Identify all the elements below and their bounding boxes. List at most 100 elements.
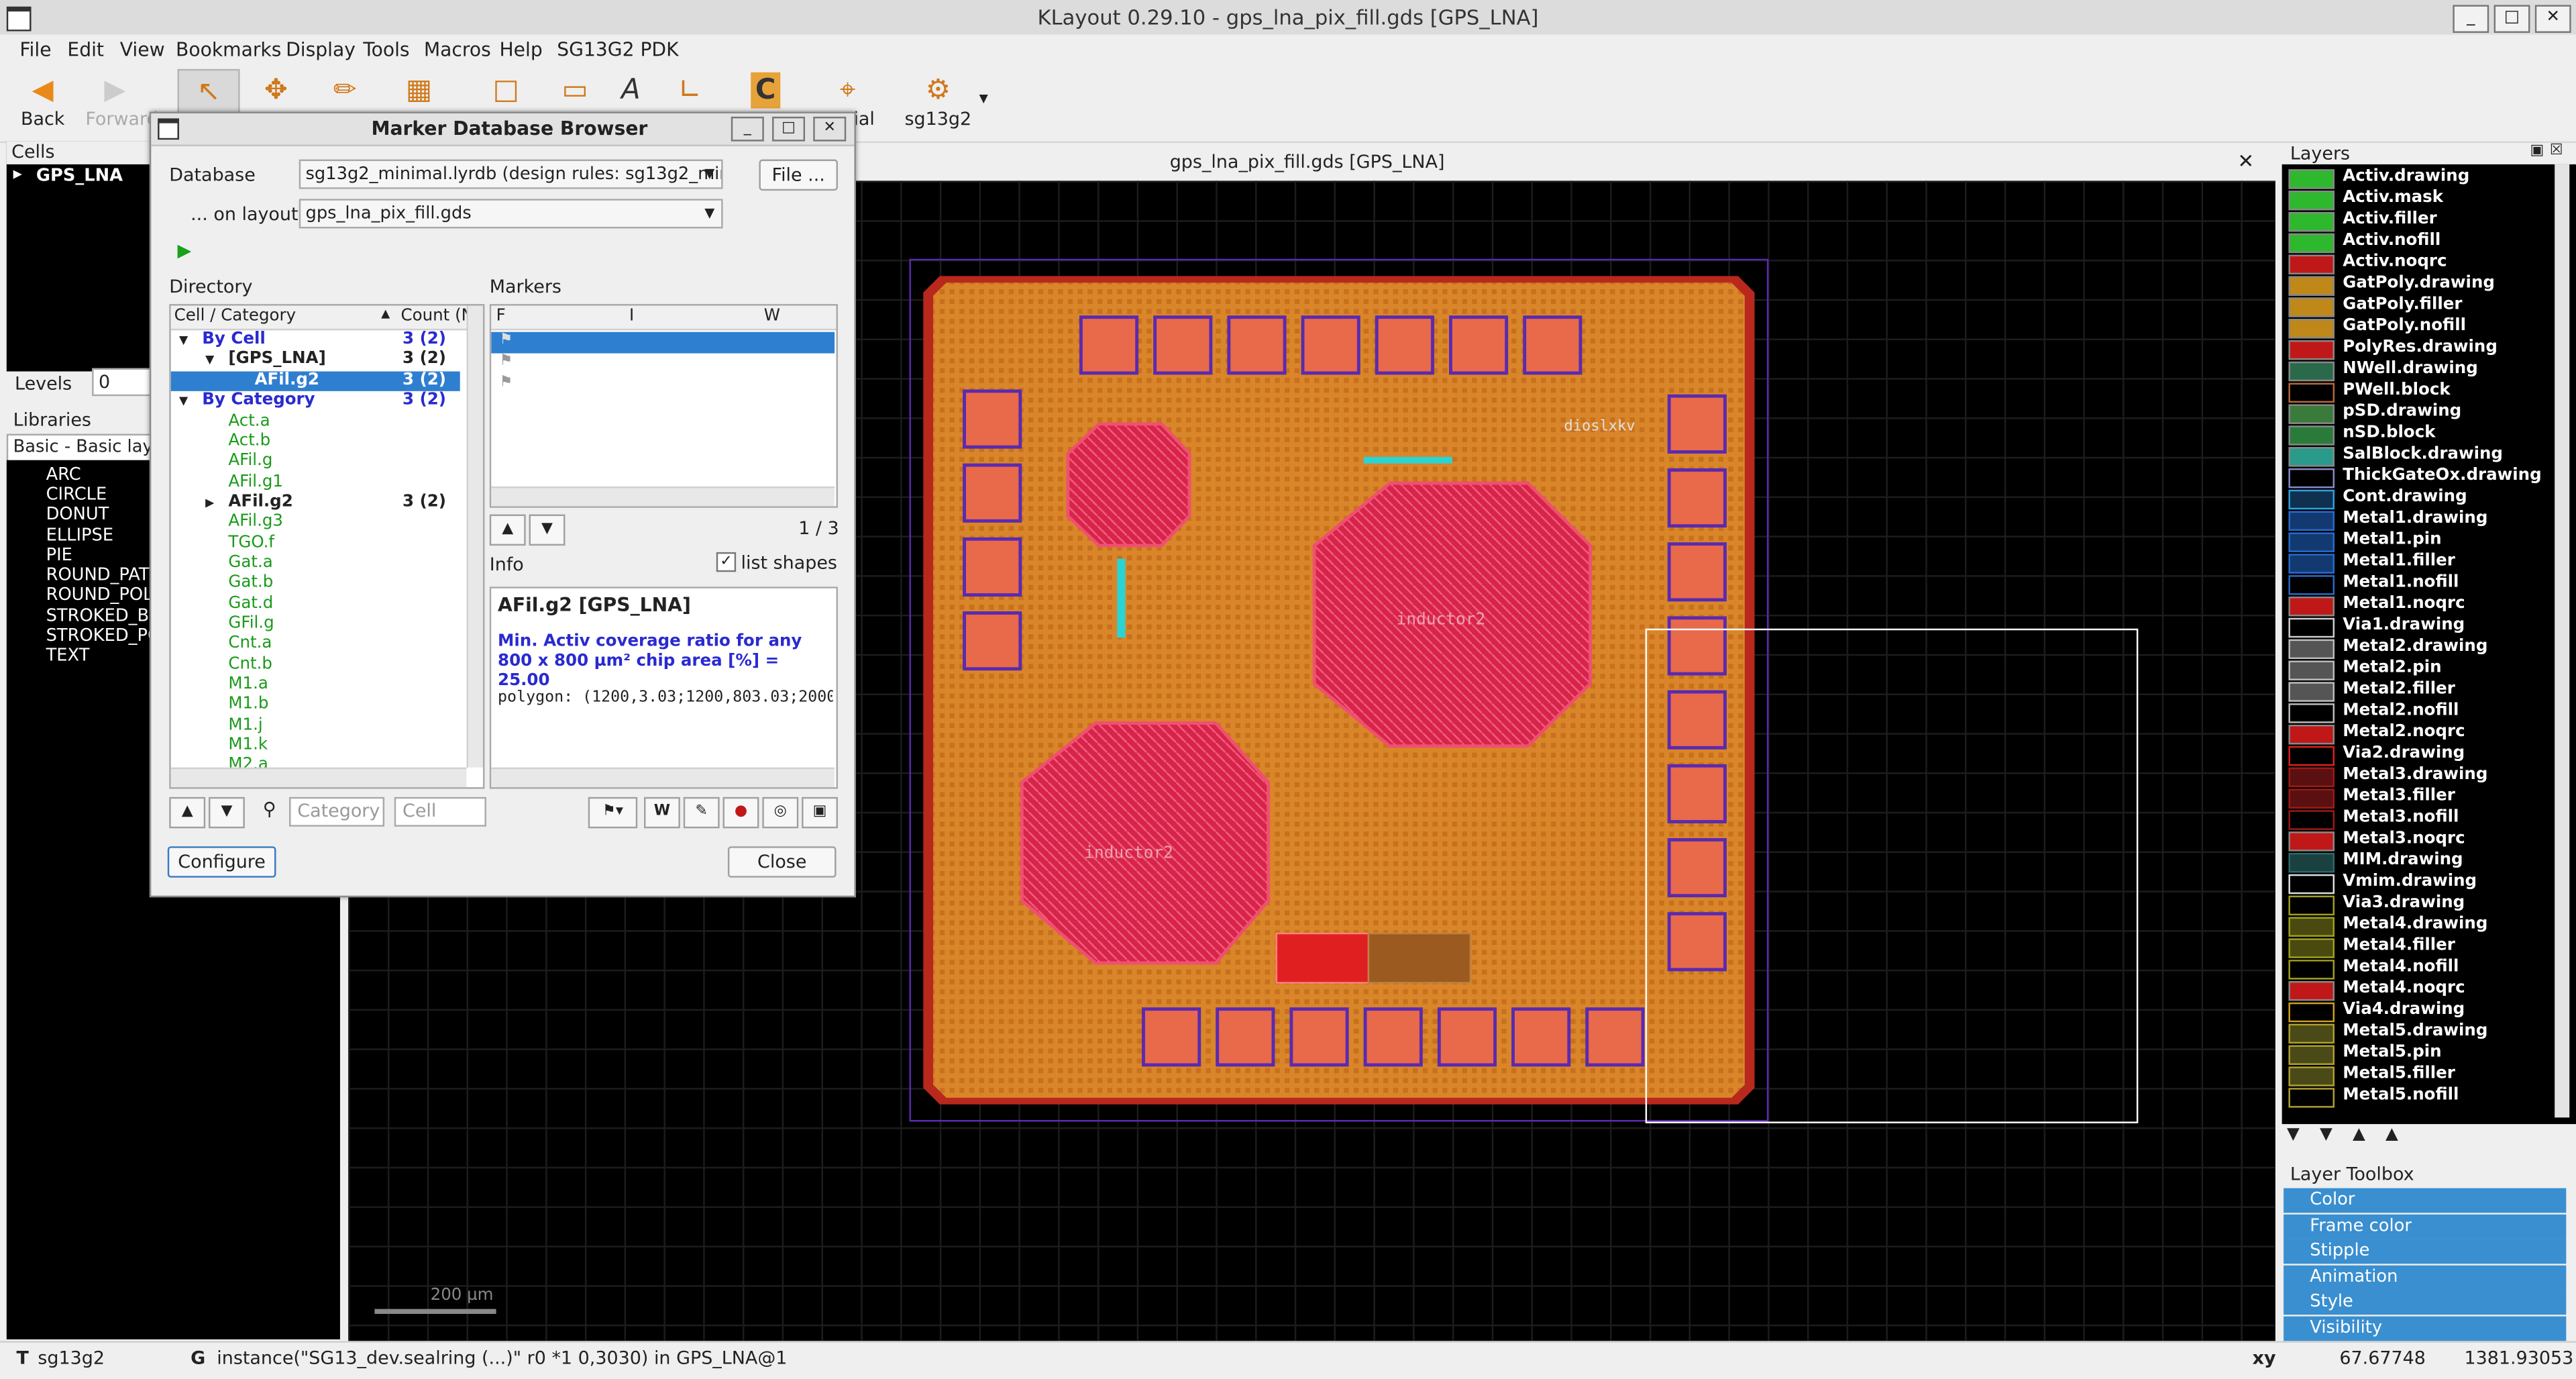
tree-row-by-cell[interactable]: ▼ By Cell 3 (2) (171, 330, 460, 350)
minimize-button[interactable]: _ (2453, 5, 2489, 33)
tree-row-category[interactable]: M1.j (171, 716, 460, 736)
layer-row-metal4-noqrc[interactable]: Metal4.noqrc (2286, 980, 2573, 1001)
toolbox-frame-color[interactable]: Frame color (2284, 1214, 2567, 1239)
move-down-icon[interactable]: ▼ (2320, 1126, 2332, 1144)
run-play-icon[interactable]: ▶ (177, 240, 191, 262)
lib-item-text[interactable]: TEXT (46, 646, 90, 665)
layer-row-gatpoly-filler[interactable]: GatPoly.filler (2286, 296, 2573, 317)
important-button[interactable]: ● (722, 797, 759, 829)
layer-row-salblock-drawing[interactable]: SalBlock.drawing (2286, 446, 2573, 467)
close-button[interactable]: Close (727, 846, 837, 878)
layer-row-activ-drawing[interactable]: Activ.drawing (2286, 168, 2573, 189)
toolbox-stipple[interactable]: Stipple (2284, 1239, 2567, 1264)
markers-hscrollbar[interactable] (491, 486, 835, 507)
move-up-icon[interactable]: ▲ (2353, 1126, 2365, 1144)
tree-row-by-category[interactable]: ▼ By Category 3 (2) (171, 391, 460, 411)
menu-file[interactable]: File (19, 38, 51, 60)
dialog-maximize-button[interactable]: □ (772, 116, 806, 142)
marker-down-button[interactable]: ▼ (529, 514, 566, 546)
marker-row-1[interactable]: ⚑ (491, 331, 835, 354)
layer-row-activ-filler[interactable]: Activ.filler (2286, 210, 2573, 232)
tree-row-gps-lna[interactable]: ▼ [GPS_LNA] 3 (2) (171, 350, 460, 370)
toolbox-animation[interactable]: Animation (2284, 1265, 2567, 1290)
flag-menu-button[interactable]: ⚑▾ (588, 797, 638, 829)
layer-row-metal2-drawing[interactable]: Metal2.drawing (2286, 637, 2573, 660)
layer-row-metal2-nofill[interactable]: Metal2.nofill (2286, 702, 2573, 723)
menu-view[interactable]: View (120, 38, 165, 60)
close-tab-icon[interactable]: ✕ (2238, 150, 2255, 172)
layer-row-via4-drawing[interactable]: Via4.drawing (2286, 1001, 2573, 1023)
expand-arrow-icon[interactable]: ▶ (13, 168, 22, 181)
tree-row-category[interactable]: AFil.g1 (171, 472, 460, 493)
toolbox-visibility[interactable]: Visibility (2284, 1316, 2567, 1341)
dialog-close-button[interactable]: ✕ (813, 116, 847, 142)
layer-row-mim-drawing[interactable]: MIM.drawing (2286, 852, 2573, 873)
lib-item-round-path[interactable]: ROUND_PATH (46, 565, 162, 584)
menu-edit[interactable]: Edit (67, 38, 104, 60)
category-filter-input[interactable]: Category (289, 797, 385, 827)
dir-up-button[interactable]: ▲ (169, 797, 206, 829)
layer-row-via2-drawing[interactable]: Via2.drawing (2286, 744, 2573, 766)
layer-row-metal5-nofill[interactable]: Metal5.nofill (2286, 1086, 2573, 1108)
move-up-end-icon[interactable]: ▲ (2385, 1126, 2398, 1144)
layer-row-metal1-noqrc[interactable]: Metal1.noqrc (2286, 595, 2573, 617)
layer-row-metal3-drawing[interactable]: Metal3.drawing (2286, 766, 2573, 788)
layer-row-metal2-filler[interactable]: Metal2.filler (2286, 680, 2573, 702)
tree-row-category[interactable]: M1.k (171, 736, 460, 756)
maximize-button[interactable]: □ (2493, 5, 2530, 33)
layer-row-metal5-pin[interactable]: Metal5.pin (2286, 1043, 2573, 1065)
layers-float-icon[interactable]: ▣ (2530, 143, 2544, 159)
tree-row-category[interactable]: M1.a (171, 676, 460, 696)
layer-row-metal1-drawing[interactable]: Metal1.drawing (2286, 509, 2573, 531)
sg13g2-dropdown-icon[interactable]: ▼ (979, 92, 988, 105)
layers-scrollbar[interactable] (2555, 164, 2570, 1118)
layer-row-metal2-pin[interactable]: Metal2.pin (2286, 659, 2573, 680)
layer-row-via1-drawing[interactable]: Via1.drawing (2286, 616, 2573, 638)
layer-row-metal5-drawing[interactable]: Metal5.drawing (2286, 1022, 2573, 1044)
lib-item-ellipse[interactable]: ELLIPSE (46, 526, 114, 546)
forward-button[interactable]: ▶ Forward (85, 69, 158, 135)
col-cell-category[interactable]: Cell / Category (174, 307, 296, 325)
layer-row-metal3-nofill[interactable]: Metal3.nofill (2286, 809, 2573, 830)
tree-row-category[interactable]: M1.b (171, 695, 460, 715)
close-window-button[interactable]: ✕ (2534, 5, 2571, 33)
layer-row-metal3-noqrc[interactable]: Metal3.noqrc (2286, 830, 2573, 852)
col-f[interactable]: F (496, 307, 506, 325)
lib-item-donut[interactable]: DONUT (46, 505, 109, 524)
tree-row-afil-g2-cell[interactable]: AFil.g2 3 (2) (170, 370, 460, 391)
menu-display[interactable]: Display (286, 38, 356, 60)
menu-bookmarks[interactable]: Bookmarks (176, 38, 281, 60)
layer-row-pwell-block[interactable]: PWell.block (2286, 381, 2573, 403)
layer-row-via3-drawing[interactable]: Via3.drawing (2286, 894, 2573, 916)
lib-item-circle[interactable]: CIRCLE (46, 484, 107, 504)
tree-row-category[interactable]: Gat.b (171, 574, 460, 594)
tree-row-category[interactable]: TGO.f (171, 533, 460, 554)
layer-row-nsd-block[interactable]: nSD.block (2286, 424, 2573, 446)
dir-down-button[interactable]: ▼ (209, 797, 245, 829)
layer-row-gatpoly-nofill[interactable]: GatPoly.nofill (2286, 317, 2573, 339)
toolbox-color[interactable]: Color (2284, 1188, 2567, 1213)
layer-row-gatpoly-drawing[interactable]: GatPoly.drawing (2286, 274, 2573, 296)
layer-row-metal1-filler[interactable]: Metal1.filler (2286, 552, 2573, 574)
list-shapes-checkbox[interactable]: ✓ (716, 552, 737, 572)
layer-row-cont-drawing[interactable]: Cont.drawing (2286, 488, 2573, 510)
layer-row-metal4-drawing[interactable]: Metal4.drawing (2286, 915, 2573, 937)
lib-item-pie[interactable]: PIE (46, 546, 72, 565)
layer-row-metal3-filler[interactable]: Metal3.filler (2286, 787, 2573, 809)
toolbox-style[interactable]: Style (2284, 1290, 2567, 1314)
tree-row-afil-g2-category[interactable]: ▶ AFil.g2 3 (2) (171, 493, 460, 513)
edit-button[interactable]: ✎ (683, 797, 720, 829)
col-w[interactable]: W (764, 307, 780, 325)
layer-row-psd-drawing[interactable]: pSD.drawing (2286, 403, 2573, 424)
menu-macros[interactable]: Macros (424, 38, 491, 60)
snapshot-button[interactable]: ▣ (802, 797, 838, 829)
tree-row-category[interactable]: Cnt.a (171, 634, 460, 654)
marker-row-3[interactable]: ⚑ (491, 374, 835, 396)
layer-row-activ-nofill[interactable]: Activ.nofill (2286, 232, 2573, 254)
layer-row-metal1-pin[interactable]: Metal1.pin (2286, 531, 2573, 552)
layer-row-vmim-drawing[interactable]: Vmim.drawing (2286, 872, 2573, 895)
layout-select[interactable]: gps_lna_pix_fill.gds ▼ (299, 199, 723, 229)
move-down-end-icon[interactable]: ▼ (2287, 1126, 2300, 1144)
tree-vscrollbar[interactable] (466, 305, 484, 768)
tree-row-category[interactable]: Cnt.b (171, 655, 460, 675)
